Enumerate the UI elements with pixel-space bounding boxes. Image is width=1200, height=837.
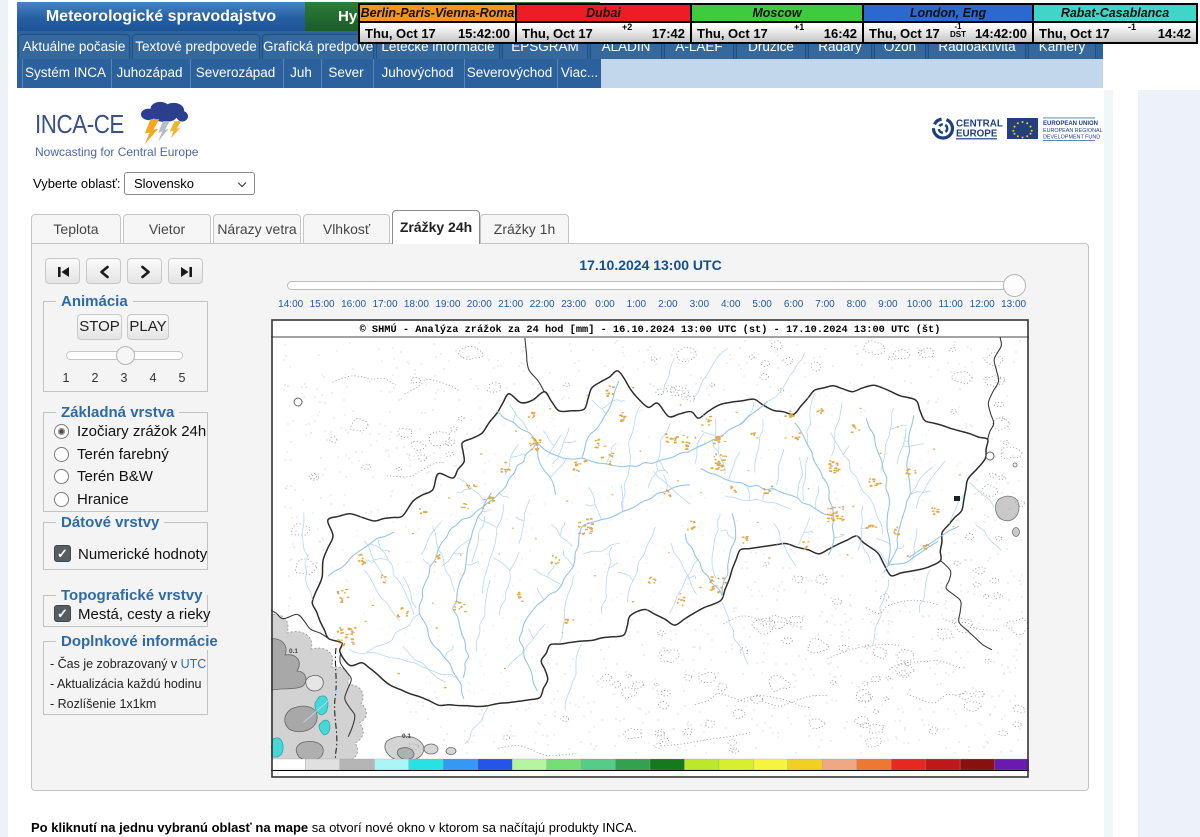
svg-text:EUROPEAN UNION: EUROPEAN UNION — [1043, 121, 1098, 127]
svg-text:EUROPE: EUROPE — [956, 129, 998, 140]
svg-text:EUROPEAN REGIONAL: EUROPEAN REGIONAL — [1043, 128, 1103, 134]
svg-text:0.1: 0.1 — [402, 733, 411, 740]
svg-text:0.1: 0.1 — [289, 648, 298, 655]
svg-text:© SHMÚ - Analýza zrážok za 24: © SHMÚ - Analýza zrážok za 24 hod [mm] -… — [360, 322, 941, 336]
svg-text:DEVELOPMENT FUND: DEVELOPMENT FUND — [1043, 134, 1100, 140]
